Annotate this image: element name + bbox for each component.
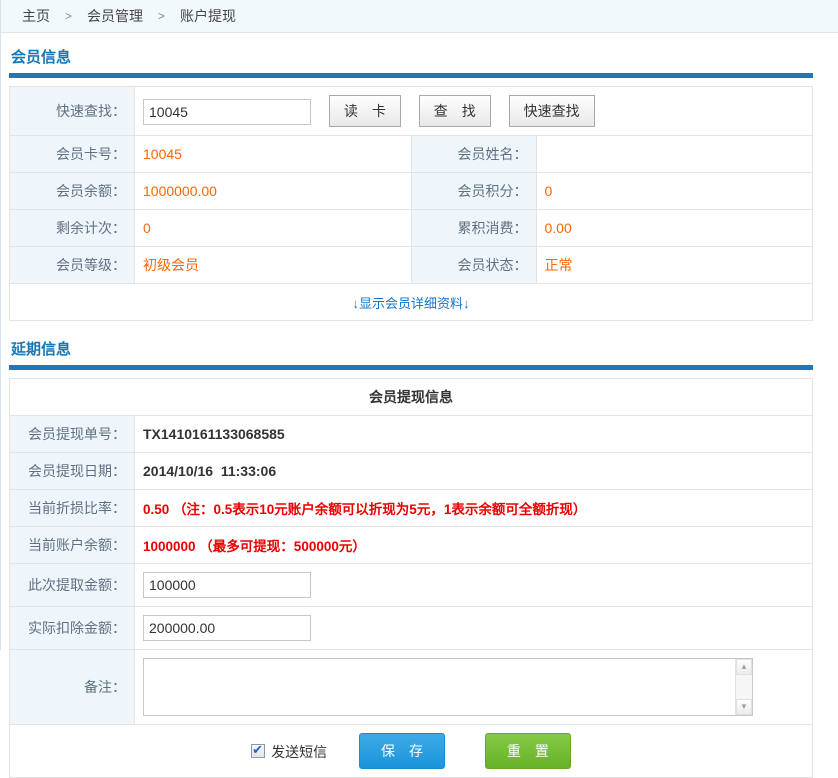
total-consume-label: 累积消费： (411, 210, 536, 247)
reset-button[interactable]: 重 置 (485, 733, 571, 769)
send-sms-checkbox[interactable]: ✔ (251, 744, 265, 758)
footer-row: ✔ 发送短信 保 存 重 置 (10, 725, 813, 778)
member-name-label: 会员姓名： (411, 136, 536, 173)
withdraw-section-title: 延期信息 (11, 338, 813, 359)
send-sms-label: 发送短信 (271, 744, 327, 760)
deduct-amount-input[interactable] (143, 615, 311, 641)
points-label: 会员积分： (411, 173, 536, 210)
member-name-value (536, 136, 813, 173)
breadcrumb-separator-icon: > (158, 9, 165, 23)
breadcrumb-item-account-withdraw[interactable]: 账户提现 (180, 6, 236, 26)
withdraw-table-title: 会员提现信息 (10, 379, 813, 416)
search-button[interactable]: 查 找 (419, 95, 491, 127)
remaining-times-label: 剩余计次： (10, 210, 135, 247)
textarea-scrollbar[interactable]: ▲ ▼ (735, 659, 752, 715)
section-divider-bar (9, 73, 813, 78)
member-info-section-title: 会员信息 (11, 46, 813, 67)
card-no-value: 10045 (135, 136, 412, 173)
breadcrumb-separator-icon: > (65, 9, 72, 23)
card-no-label: 会员卡号： (10, 136, 135, 173)
deduct-amount-label: 实际扣除金额： (10, 607, 135, 650)
member-status-label: 会员状态： (411, 247, 536, 284)
scroll-down-icon[interactable]: ▼ (736, 699, 752, 715)
member-level-value: 初级会员 (135, 247, 412, 284)
breadcrumb-item-home[interactable]: 主页 (22, 6, 50, 26)
withdraw-amount-label: 此次提取金额： (10, 564, 135, 607)
table-row: 会员卡号： 10045 会员姓名： (10, 136, 813, 173)
breadcrumb-item-member-management[interactable]: 会员管理 (87, 6, 143, 26)
table-row: 当前折损比率： 0.50 （注：0.5表示10元账户余额可以折现为5元，1表示余… (10, 490, 813, 527)
remark-textarea[interactable]: ▲ ▼ (143, 658, 753, 716)
table-row: 会员等级： 初级会员 会员状态： 正常 (10, 247, 813, 284)
remaining-times-value: 0 (135, 210, 412, 247)
member-level-label: 会员等级： (10, 247, 135, 284)
table-row: 当前账户余额： 1000000 （最多可提现：500000元） (10, 527, 813, 564)
table-row: 会员提现日期： 2014/10/16 11:33:06 (10, 453, 813, 490)
scroll-up-icon[interactable]: ▲ (736, 659, 752, 675)
withdraw-table: 会员提现信息 会员提现单号： TX1410161133068585 会员提现日期… (9, 378, 813, 778)
save-button[interactable]: 保 存 (359, 733, 445, 769)
table-row: 实际扣除金额： (10, 607, 813, 650)
withdraw-order-no-value: TX1410161133068585 (143, 426, 285, 442)
account-balance-value: 1000000 （最多可提现：500000元） (143, 539, 366, 554)
breadcrumb: 主页 > 会员管理 > 账户提现 (1, 0, 838, 33)
quick-search-label: 快速查找： (10, 87, 135, 136)
detail-link-row: ↓显示会员详细资料↓ (10, 284, 813, 321)
points-value: 0 (536, 173, 813, 210)
table-row: 剩余计次： 0 累积消费： 0.00 (10, 210, 813, 247)
remark-label: 备注： (10, 650, 135, 725)
loss-ratio-value: 0.50 （注：0.5表示10元账户余额可以折现为5元，1表示余额可全额折现） (143, 502, 586, 517)
section-divider-bar (9, 365, 813, 370)
member-info-table: 快速查找： 读 卡 查 找 快速查找 会员卡号： 10045 会员姓名： 会员余… (9, 86, 813, 321)
table-row: 此次提取金额： (10, 564, 813, 607)
checkmark-icon: ✔ (252, 742, 263, 758)
withdraw-date-label: 会员提现日期： (10, 453, 135, 490)
show-member-detail-link[interactable]: ↓显示会员详细资料↓ (352, 296, 469, 311)
read-card-button[interactable]: 读 卡 (329, 95, 401, 127)
loss-ratio-label: 当前折损比率： (10, 490, 135, 527)
table-row: 会员提现单号： TX1410161133068585 (10, 416, 813, 453)
remark-row: 备注： ▲ ▼ (10, 650, 813, 725)
total-consume-value: 0.00 (536, 210, 813, 247)
table-row: 会员余额： 1000000.00 会员积分： 0 (10, 173, 813, 210)
balance-value: 1000000.00 (135, 173, 412, 210)
balance-label: 会员余额： (10, 173, 135, 210)
account-balance-label: 当前账户余额： (10, 527, 135, 564)
withdraw-table-header-row: 会员提现信息 (10, 379, 813, 416)
withdraw-order-no-label: 会员提现单号： (10, 416, 135, 453)
quick-search-button[interactable]: 快速查找 (509, 95, 595, 127)
withdraw-date-value: 2014/10/16 11:33:06 (143, 463, 276, 479)
remark-textarea-text[interactable] (148, 662, 732, 712)
quick-search-row: 快速查找： 读 卡 查 找 快速查找 (10, 87, 813, 136)
member-status-value: 正常 (536, 247, 813, 284)
withdraw-amount-input[interactable] (143, 572, 311, 598)
page-content: 会员信息 快速查找： 读 卡 查 找 快速查找 会员卡号： 10045 会员姓名… (9, 46, 813, 778)
quick-search-input[interactable] (143, 99, 311, 125)
